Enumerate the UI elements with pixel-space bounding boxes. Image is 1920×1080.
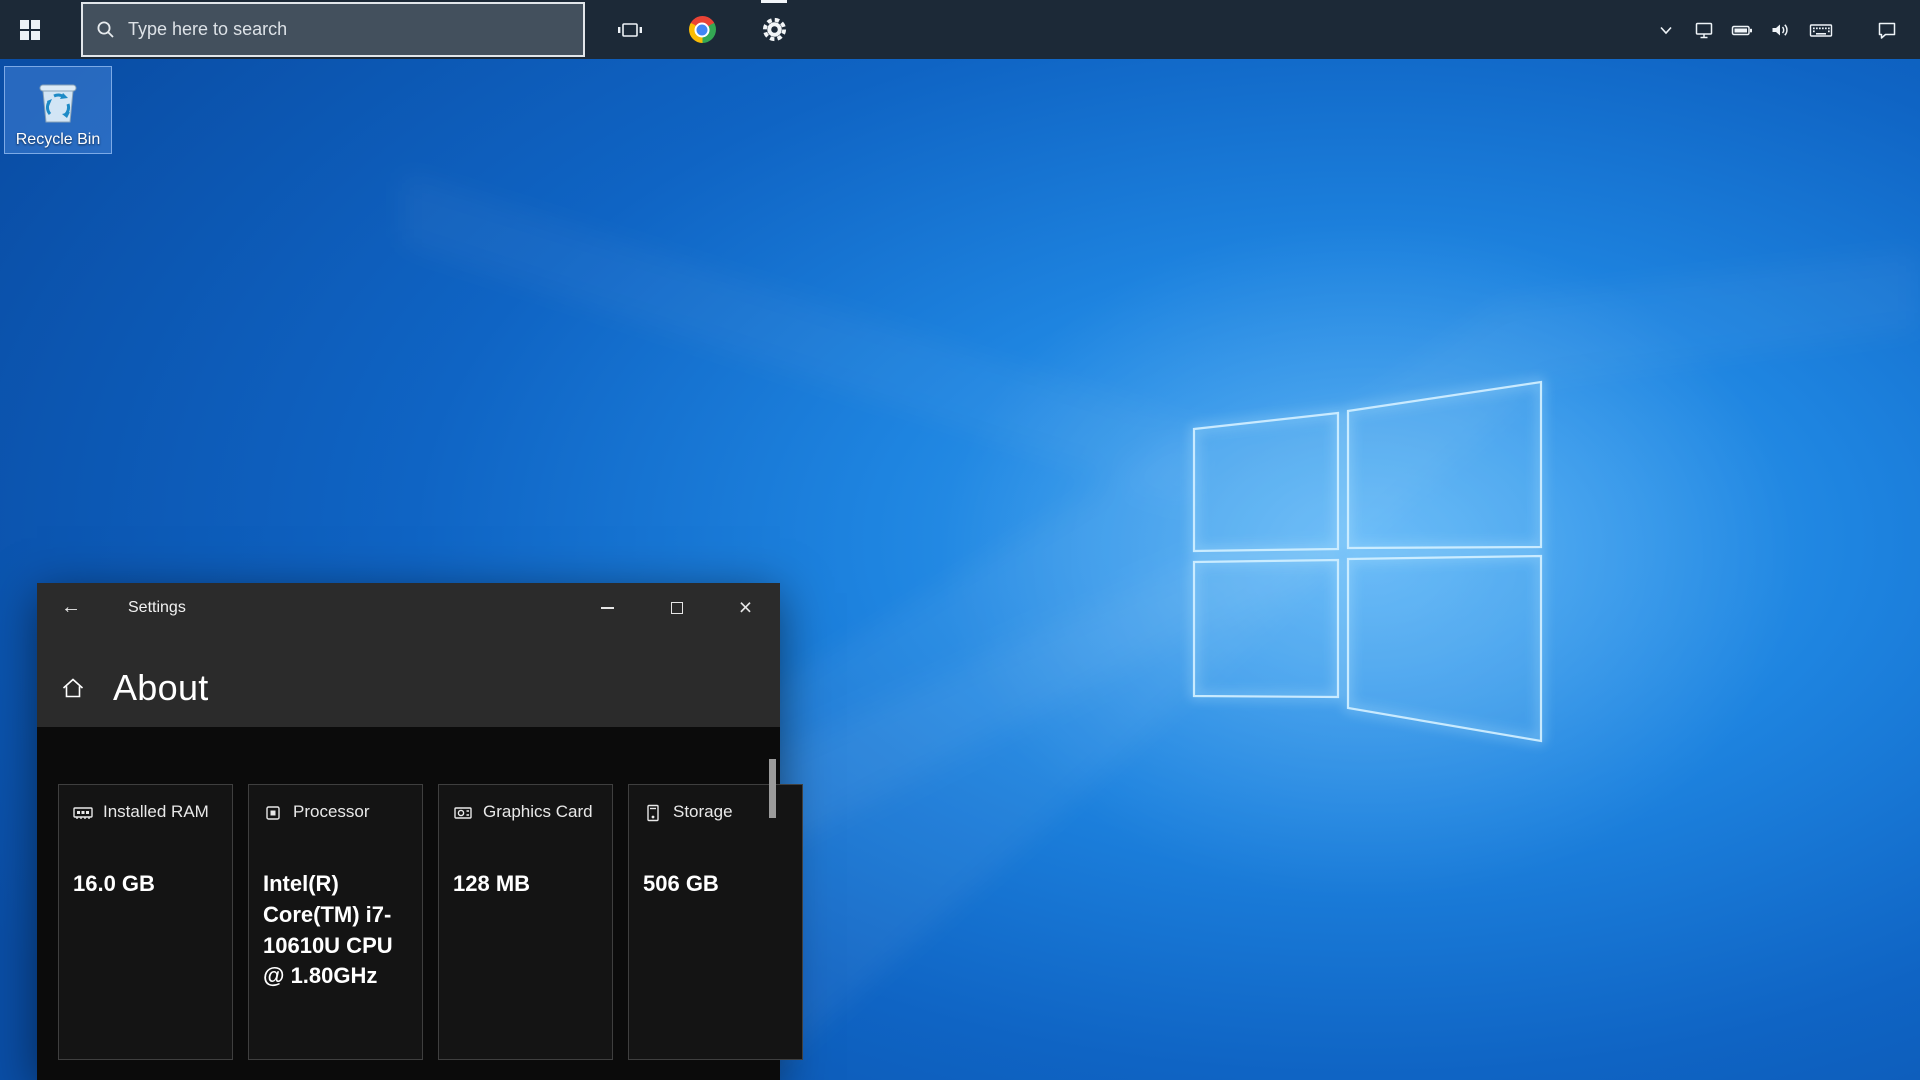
storage-icon xyxy=(643,803,663,823)
battery-button[interactable] xyxy=(1723,0,1761,59)
chevron-down-icon xyxy=(1659,23,1673,37)
spec-card-value: 16.0 GB xyxy=(73,869,218,900)
volume-button[interactable] xyxy=(1761,0,1799,59)
system-tray xyxy=(1647,0,1920,59)
volume-icon xyxy=(1770,20,1790,40)
window-title: Settings xyxy=(128,599,186,617)
display-icon xyxy=(1694,20,1714,40)
action-center-icon xyxy=(1876,19,1898,41)
scrollbar-thumb[interactable] xyxy=(769,759,776,818)
spec-card-label: Graphics Card xyxy=(483,801,593,822)
close-icon: × xyxy=(739,596,752,619)
search-icon xyxy=(96,20,115,39)
recycle-bin-label: Recycle Bin xyxy=(16,131,100,149)
spec-card-value: 128 MB xyxy=(453,869,598,900)
battery-icon xyxy=(1731,20,1753,40)
taskbar xyxy=(0,0,1920,59)
processor-icon xyxy=(263,803,283,823)
spec-card-label: Processor xyxy=(293,801,370,822)
spec-card-processor: Processor Intel(R) Core(TM) i7-10610U CP… xyxy=(248,784,423,1060)
settings-window: ← Settings × About xyxy=(37,583,780,1080)
settings-gear-icon xyxy=(761,16,788,43)
spec-card-label: Installed RAM xyxy=(103,801,209,822)
spec-card-value: 506 GB xyxy=(643,869,788,900)
spec-card-storage: Storage 506 GB xyxy=(628,784,803,1060)
chrome-taskbar-button[interactable] xyxy=(666,0,738,59)
chrome-icon xyxy=(689,16,716,43)
maximize-icon xyxy=(671,602,683,614)
maximize-button[interactable] xyxy=(642,583,711,632)
touch-keyboard-button[interactable] xyxy=(1799,0,1843,59)
ram-icon xyxy=(73,803,93,823)
tray-display-button[interactable] xyxy=(1685,0,1723,59)
hidden-icons-button[interactable] xyxy=(1647,0,1685,59)
task-view-button[interactable] xyxy=(594,0,666,59)
graphics-card-icon xyxy=(453,803,473,823)
back-arrow-icon: ← xyxy=(61,596,81,619)
home-icon xyxy=(60,675,86,701)
spec-card-value: Intel(R) Core(TM) i7-10610U CPU @ 1.80GH… xyxy=(263,869,408,992)
active-app-indicator xyxy=(761,0,787,3)
action-center-button[interactable] xyxy=(1859,0,1914,59)
page-title: About xyxy=(113,667,209,709)
touch-keyboard-icon xyxy=(1809,20,1833,40)
spec-card-graphics: Graphics Card 128 MB xyxy=(438,784,613,1060)
spec-card-installed-ram: Installed RAM 16.0 GB xyxy=(58,784,233,1060)
task-view-icon xyxy=(617,18,643,42)
taskbar-search[interactable] xyxy=(81,2,585,57)
settings-header: ← Settings × About xyxy=(37,583,780,727)
close-button[interactable]: × xyxy=(711,583,780,632)
start-button[interactable] xyxy=(0,0,59,59)
settings-content: Installed RAM 16.0 GB Processor Intel(R)… xyxy=(37,727,780,1080)
back-button[interactable]: ← xyxy=(37,583,105,632)
settings-taskbar-button[interactable] xyxy=(738,0,810,59)
minimize-icon xyxy=(601,607,614,609)
spec-card-label: Storage xyxy=(673,801,733,822)
windows-start-icon xyxy=(20,20,40,40)
recycle-bin-desktop-icon[interactable]: Recycle Bin xyxy=(4,66,112,154)
settings-titlebar[interactable]: ← Settings × xyxy=(37,583,780,632)
recycle-bin-icon xyxy=(30,72,86,128)
minimize-button[interactable] xyxy=(573,583,642,632)
search-input[interactable] xyxy=(126,18,583,41)
